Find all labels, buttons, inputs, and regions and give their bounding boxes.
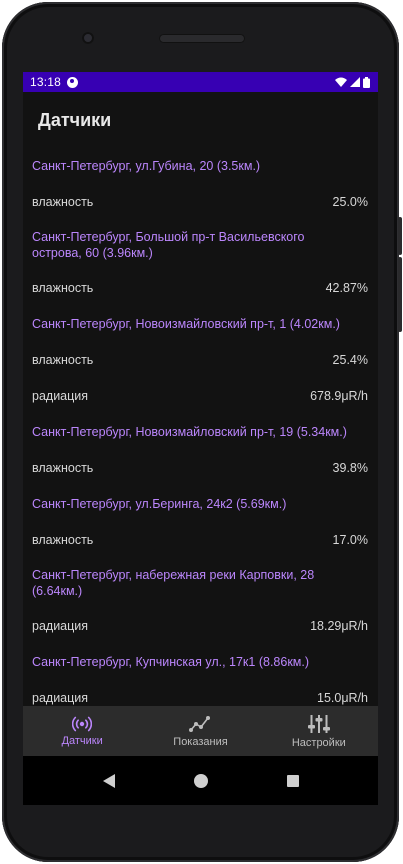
bottom-navigation: Датчики Показания Настройки	[23, 706, 378, 756]
reading-value: 39.8%	[332, 461, 368, 475]
reading-value: 25.4%	[332, 353, 368, 367]
reading-label: влажность	[32, 353, 94, 367]
reading-label: влажность	[32, 461, 94, 475]
status-icons	[335, 76, 370, 88]
status-bar: 13:18	[23, 72, 378, 92]
reading-value: 678.9μR/h	[310, 389, 368, 403]
nav-label: Настройки	[291, 736, 346, 749]
sensor-location[interactable]: Санкт-Петербург, ул.Беринга, 24к2 (5.69к…	[23, 486, 378, 522]
screen: 13:18 Датчики Санкт-Петербург, ул.Губина…	[23, 72, 378, 805]
sensor-reading-row: влажность 17.0%	[23, 522, 378, 558]
sensor-location[interactable]: Санкт-Петербург, ул.Губина, 20 (3.5км.)	[23, 148, 378, 184]
reading-label: радиация	[32, 619, 89, 633]
reading-label: радиация	[32, 389, 89, 403]
volume-button	[398, 257, 402, 332]
sensor-location[interactable]: Санкт-Петербург, набережная реки Карповк…	[23, 558, 378, 608]
nav-item-settings[interactable]: Настройки	[260, 706, 378, 756]
front-camera	[82, 32, 94, 44]
power-button	[398, 217, 402, 255]
sensor-reading-row: влажность 39.8%	[23, 450, 378, 486]
back-icon[interactable]	[102, 773, 116, 789]
sensor-location[interactable]: Санкт-Петербург, Купчинская ул., 17к1 (8…	[23, 644, 378, 680]
reading-label: влажность	[32, 533, 94, 547]
sliders-icon	[307, 714, 330, 733]
sensor-reading-row: влажность 25.4%	[23, 342, 378, 378]
sensor-location[interactable]: Санкт-Петербург, Большой пр-т Васильевск…	[23, 220, 378, 270]
reading-value: 25.0%	[332, 195, 368, 209]
recents-icon[interactable]	[286, 774, 300, 788]
home-icon[interactable]	[193, 773, 209, 789]
page-title: Датчики	[38, 109, 112, 130]
sensor-reading-row: радиация 15.0μR/h	[23, 680, 378, 706]
reading-label: радиация	[32, 691, 89, 705]
nav-item-sensors[interactable]: Датчики	[23, 706, 141, 756]
reading-value: 18.29μR/h	[310, 619, 368, 633]
wifi-icon	[335, 77, 347, 87]
reading-value: 15.0μR/h	[317, 691, 368, 705]
sensor-broadcast-icon	[72, 716, 93, 731]
app-bar: Датчики	[23, 92, 378, 148]
sensor-reading-row: влажность 42.87%	[23, 270, 378, 306]
reading-label: влажность	[32, 281, 94, 295]
battery-icon	[363, 76, 370, 88]
line-chart-icon	[189, 715, 211, 732]
sensor-reading-row: радиация 678.9μR/h	[23, 378, 378, 414]
system-navigation-bar	[23, 756, 378, 805]
nav-label: Показания	[173, 735, 228, 748]
app-notification-icon	[67, 76, 79, 88]
sensor-location[interactable]: Санкт-Петербург, Новоизмайловский пр-т, …	[23, 414, 378, 450]
earpiece-speaker	[159, 34, 245, 43]
reading-value: 17.0%	[332, 533, 368, 547]
cell-signal-icon	[350, 77, 360, 87]
sensor-reading-row: радиация 18.29μR/h	[23, 608, 378, 644]
status-time: 13:18	[30, 75, 62, 89]
nav-label: Датчики	[61, 734, 103, 747]
sensor-list[interactable]: Санкт-Петербург, ул.Губина, 20 (3.5км.) …	[23, 148, 378, 706]
sensor-reading-row: влажность 25.0%	[23, 184, 378, 220]
sensor-location[interactable]: Санкт-Петербург, Новоизмайловский пр-т, …	[23, 306, 378, 342]
reading-label: влажность	[32, 195, 94, 209]
nav-item-readings[interactable]: Показания	[141, 706, 259, 756]
reading-value: 42.87%	[325, 281, 368, 295]
